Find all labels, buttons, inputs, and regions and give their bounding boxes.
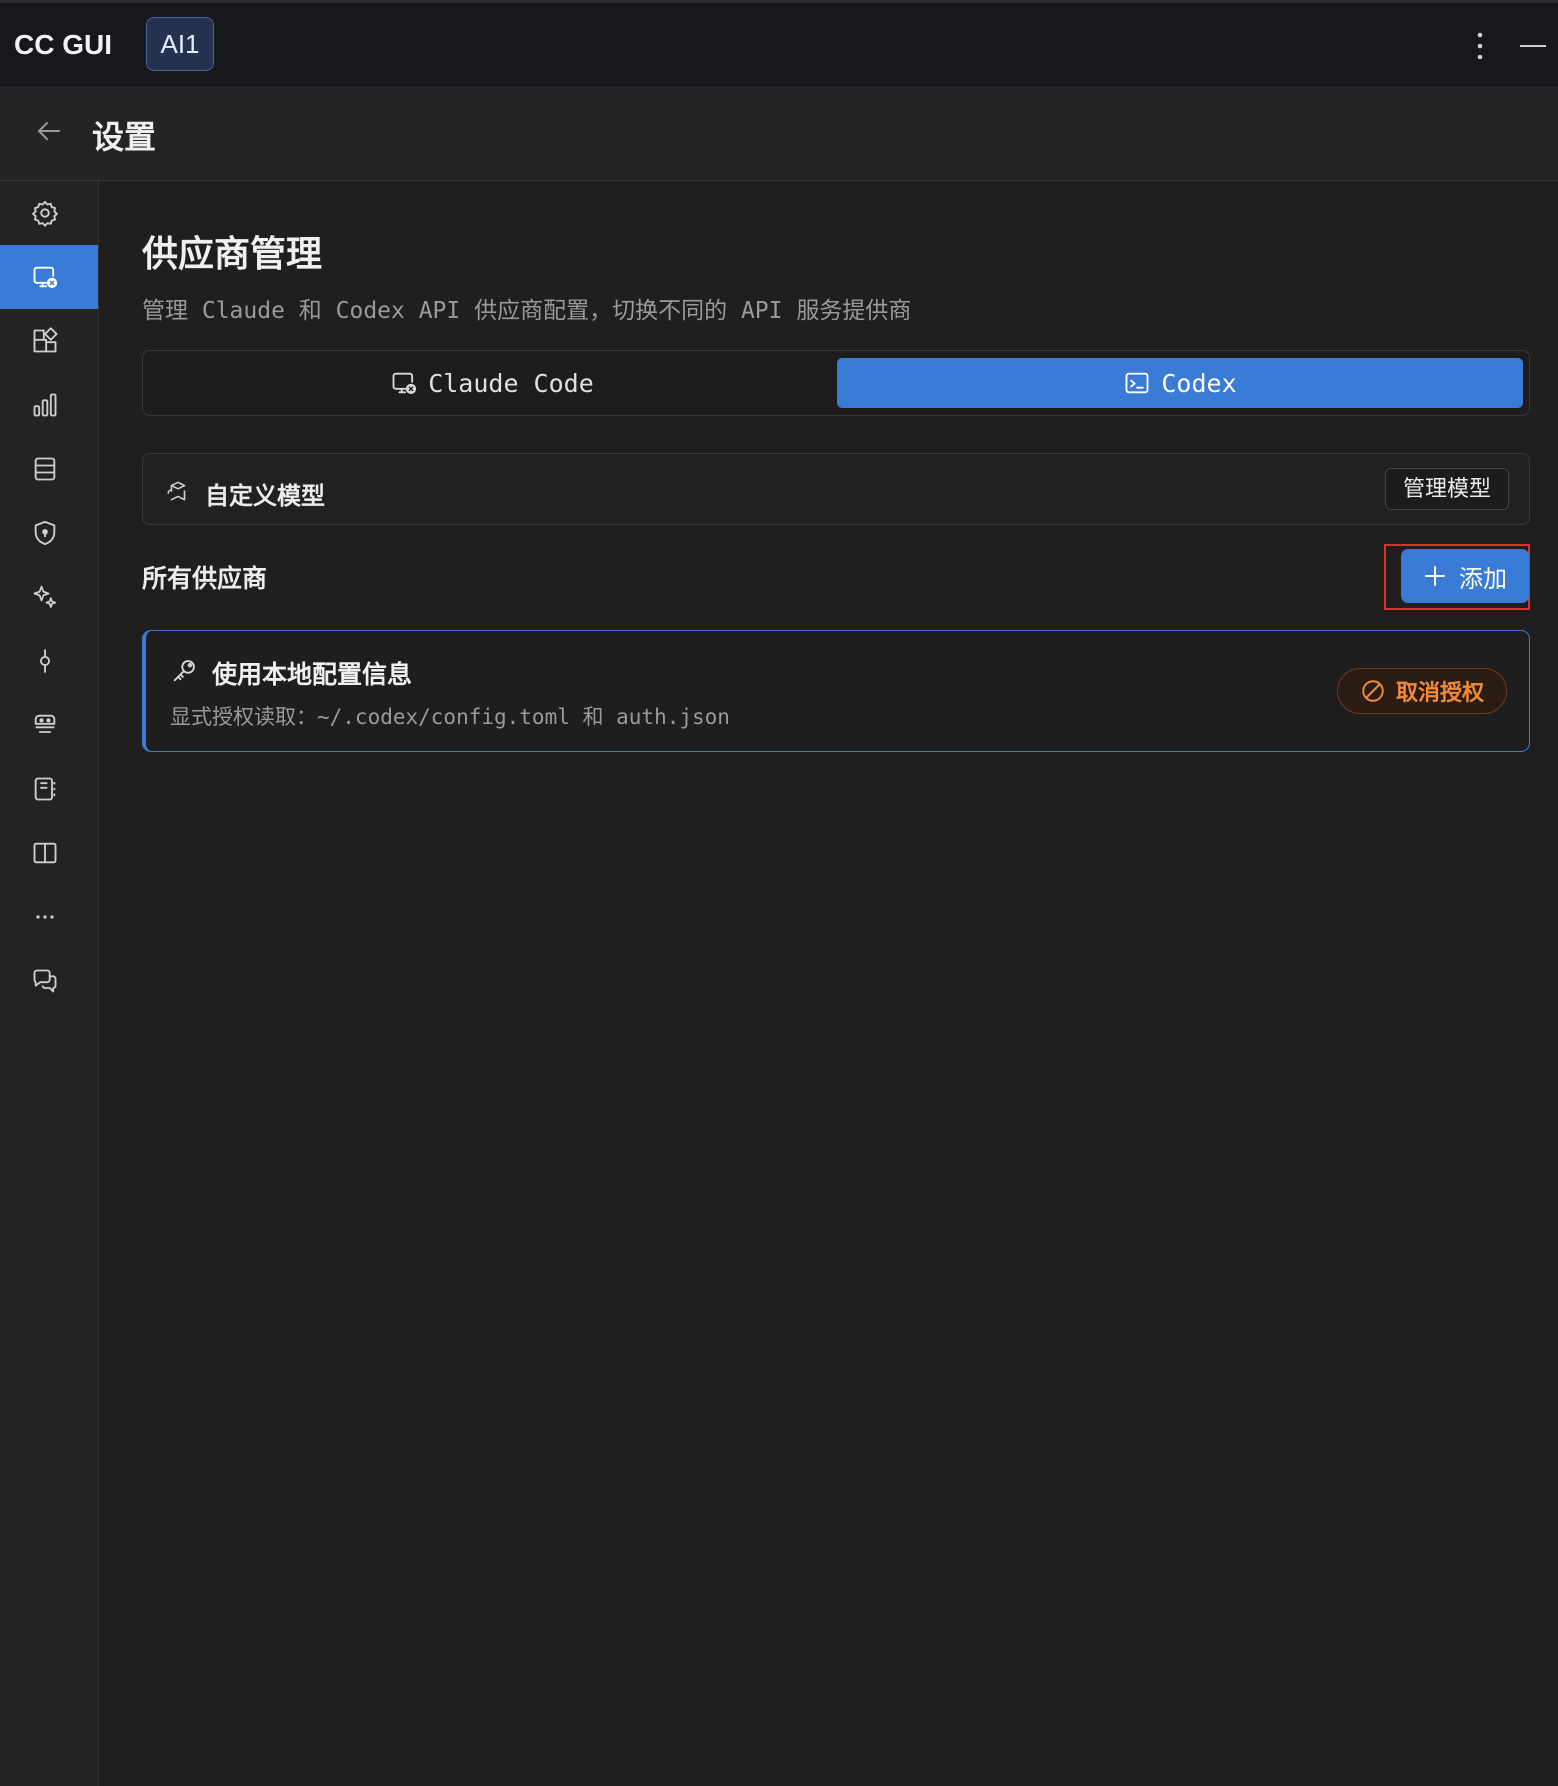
sidebar-item-more[interactable] <box>0 885 98 949</box>
tab-label: Claude Code <box>428 368 594 398</box>
provider-name: 使用本地配置信息 <box>212 661 413 689</box>
book-open-icon <box>33 842 57 864</box>
provider-icon <box>33 266 58 288</box>
ellipsis-icon <box>36 915 54 919</box>
providers-section-label: 所有供应商 <box>142 565 268 593</box>
sidebar-item-plugins[interactable] <box>0 309 98 373</box>
page-header-title: 设置 <box>92 119 157 155</box>
sidebar-item-agents[interactable] <box>0 693 98 757</box>
grid-plus-icon <box>33 327 58 353</box>
tab-label: Codex <box>1161 368 1237 398</box>
database-icon <box>34 457 56 481</box>
add-provider-button[interactable]: 添加 <box>1401 549 1529 603</box>
terminal-icon <box>1125 372 1149 394</box>
settings-header: 设置 <box>0 86 1558 181</box>
bar-chart-icon <box>33 393 57 417</box>
session-tab[interactable]: AI1 <box>146 17 214 71</box>
add-button-label: 添加 <box>1459 565 1507 593</box>
provider-description: 显式授权读取：~/.codex/config.toml 和 auth.json <box>170 705 730 729</box>
tab-claude-code[interactable]: Claude Code <box>149 358 835 408</box>
agent-icon <box>34 714 56 733</box>
key-icon <box>173 660 195 682</box>
notebook-icon <box>34 777 56 801</box>
sidebar-item-permissions[interactable] <box>0 501 98 565</box>
provider-icon <box>392 372 417 394</box>
app-title: CC GUI <box>14 29 112 60</box>
plus-icon <box>1425 566 1445 586</box>
sidebar-item-git[interactable] <box>0 629 98 693</box>
custom-models-label: 自定义模型 <box>205 483 325 510</box>
arrow-left-icon[interactable] <box>34 116 64 146</box>
gear-icon <box>32 200 58 227</box>
more-vertical-icon[interactable] <box>1470 27 1490 67</box>
sidebar-item-feedback[interactable] <box>0 949 98 1013</box>
sidebar-item-providers[interactable] <box>0 245 98 309</box>
provider-type-switch: Claude Code Codex <box>142 350 1530 416</box>
sidebar-item-skills[interactable] <box>0 565 98 629</box>
sidebar-item-storage[interactable] <box>0 437 98 501</box>
model-icon <box>167 481 186 501</box>
provider-card-local[interactable]: 使用本地配置信息 显式授权读取：~/.codex/config.toml 和 a… <box>142 630 1530 752</box>
sidebar-item-docs[interactable] <box>0 821 98 885</box>
sidebar-item-prompts[interactable] <box>0 757 98 821</box>
page-subtitle: 管理 Claude 和 Codex API 供应商配置，切换不同的 API 服务… <box>142 298 912 324</box>
sparkle-icon <box>33 585 57 608</box>
sidebar-item-general[interactable] <box>0 181 98 245</box>
manage-models-button[interactable]: 管理模型 <box>1385 468 1509 510</box>
settings-sidebar <box>0 181 99 1786</box>
ban-icon <box>1362 680 1384 702</box>
revoke-label: 取消授权 <box>1395 680 1484 705</box>
title-bar: CC GUI AI1 <box>0 0 1558 86</box>
page-title: 供应商管理 <box>142 233 323 274</box>
minimize-icon[interactable] <box>1520 45 1546 47</box>
commit-icon <box>39 649 51 673</box>
custom-models-row: 自定义模型 管理模型 <box>142 453 1530 525</box>
tab-codex[interactable]: Codex <box>837 358 1523 408</box>
revoke-authorization-button[interactable]: 取消授权 <box>1337 668 1507 714</box>
sidebar-item-usage[interactable] <box>0 373 98 437</box>
chat-icon <box>33 969 57 993</box>
shield-icon <box>34 520 56 546</box>
